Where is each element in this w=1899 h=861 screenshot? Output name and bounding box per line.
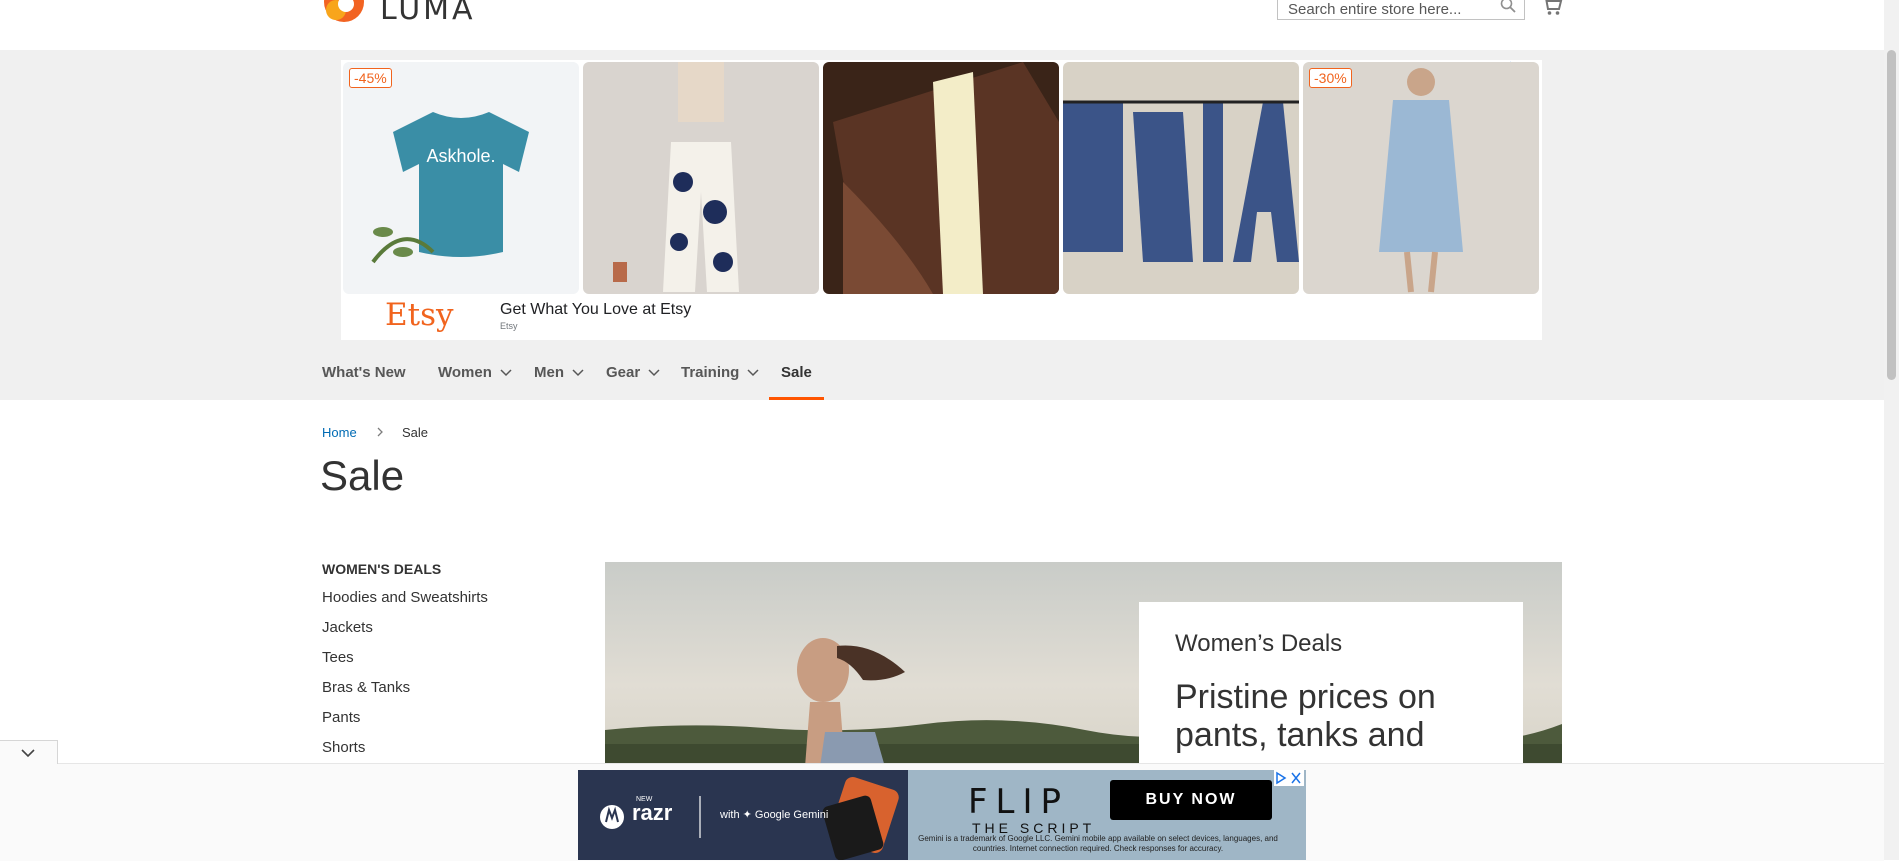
- discount-badge: -30%: [1309, 68, 1352, 88]
- chevron-right-icon: [376, 425, 384, 440]
- site-header: LUMA: [0, 0, 1884, 50]
- nav-label: Men: [534, 364, 564, 381]
- sidebar-womens-deals: WOMEN'S DEALS Hoodies and Sweatshirts Ja…: [322, 561, 552, 768]
- chevron-down-icon[interactable]: [648, 366, 660, 378]
- scrollbar-thumb[interactable]: [1887, 50, 1896, 380]
- nav-men[interactable]: Men: [534, 360, 584, 400]
- motorola-ad-banner[interactable]: NEW razr with ✦ Google Gemini FLIP THE S…: [578, 770, 1306, 860]
- logo-text[interactable]: LUMA: [380, 0, 476, 27]
- nav-label: Gear: [606, 364, 641, 381]
- ad-product-wood-sign[interactable]: [1063, 62, 1299, 294]
- nav-label: What's New: [322, 364, 406, 381]
- ad-title[interactable]: Get What You Love at Etsy: [500, 301, 691, 319]
- search-input[interactable]: [1286, 0, 1490, 21]
- nav-whats-new[interactable]: What's New: [322, 360, 406, 400]
- hero-promo-card: Women’s Deals Pristine prices on pants, …: [1139, 602, 1523, 767]
- breadcrumb-current: Sale: [401, 425, 428, 440]
- nav-sale[interactable]: Sale: [769, 360, 824, 400]
- hero-title: Pristine prices on pants, tanks and: [1175, 678, 1436, 754]
- collapse-ad-button[interactable]: [0, 740, 58, 764]
- ad-product-cake[interactable]: [823, 62, 1059, 294]
- sidebar-item-bras-tanks[interactable]: Bras & Tanks: [322, 678, 552, 708]
- etsy-ad-banner[interactable]: Askhole. -45% -30% Etsy Get What You Lov…: [341, 60, 1542, 340]
- chevron-down-icon[interactable]: [572, 366, 584, 378]
- tshirt-text: Askhole.: [426, 146, 495, 166]
- ad-product-tshirt[interactable]: Askhole. -45%: [343, 62, 579, 294]
- page-scrollbar[interactable]: [1884, 0, 1899, 860]
- discount-badge: -45%: [349, 68, 392, 88]
- ad-disclaimer: Gemini is a trademark of Google LLC. Gem…: [918, 834, 1278, 853]
- razr-logo: razr: [632, 800, 673, 825]
- breadcrumb-home-link[interactable]: Home: [322, 425, 357, 440]
- luma-logo-icon[interactable]: [322, 0, 366, 24]
- chevron-down-icon[interactable]: [500, 366, 512, 378]
- cart-icon[interactable]: [1541, 0, 1563, 16]
- ad-headline: FLIP: [968, 782, 1070, 822]
- adchoices-icon[interactable]: [1274, 770, 1304, 786]
- chevron-down-icon[interactable]: [20, 748, 36, 758]
- nav-label: Training: [681, 364, 740, 381]
- nav-label: Sale: [781, 364, 812, 381]
- etsy-logo[interactable]: Etsy: [385, 297, 454, 333]
- search-icon[interactable]: [1500, 0, 1516, 13]
- breadcrumb: Home Sale: [322, 425, 428, 440]
- sidebar-item-tees[interactable]: Tees: [322, 648, 552, 678]
- chevron-down-icon[interactable]: [747, 366, 759, 378]
- ad-product-pants[interactable]: [583, 62, 819, 294]
- ad-sponsor: Etsy: [500, 321, 518, 331]
- nav-gear[interactable]: Gear: [606, 360, 660, 400]
- nav-women[interactable]: Women: [438, 360, 512, 400]
- sidebar-item-pants[interactable]: Pants: [322, 708, 552, 738]
- sidebar-item-jackets[interactable]: Jackets: [322, 618, 552, 648]
- womens-deals-hero[interactable]: Women’s Deals Pristine prices on pants, …: [605, 562, 1562, 767]
- sidebar-item-hoodies[interactable]: Hoodies and Sweatshirts: [322, 588, 552, 618]
- nav-label: Women: [438, 364, 492, 381]
- page-title: Sale: [320, 452, 405, 499]
- sidebar-title: WOMEN'S DEALS: [322, 561, 442, 577]
- gemini-partner-text: with ✦ Google Gemini: [720, 809, 829, 821]
- nav-training[interactable]: Training: [681, 360, 759, 400]
- ad-product-denim-dress[interactable]: -30%: [1303, 62, 1539, 294]
- hero-subtitle: Women’s Deals: [1175, 630, 1343, 657]
- buy-now-button[interactable]: BUY NOW: [1110, 780, 1272, 820]
- search-box[interactable]: [1277, 0, 1525, 21]
